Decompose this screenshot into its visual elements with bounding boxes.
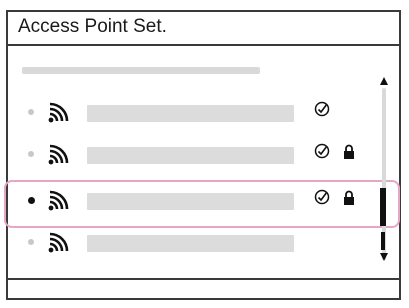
- selection-dot-icon: [28, 239, 34, 245]
- footer-divider: [8, 278, 401, 280]
- check-circle-icon: [314, 101, 330, 117]
- access-point-row[interactable]: [0, 100, 370, 128]
- wifi-signal-icon: [48, 232, 69, 253]
- access-point-set-screen: Access Point Set.: [0, 0, 409, 308]
- lock-icon: [344, 144, 354, 159]
- access-point-name-placeholder: [87, 235, 294, 252]
- scrollbar-thumb-lower: [381, 232, 385, 250]
- list-header-placeholder: [22, 67, 260, 74]
- scrollbar-thumb[interactable]: [380, 188, 386, 226]
- access-point-row[interactable]: [0, 230, 370, 258]
- wifi-signal-icon: [48, 102, 69, 123]
- title-divider: [8, 44, 401, 46]
- scroll-up-arrow-icon[interactable]: [379, 76, 389, 86]
- selection-dot-icon: [28, 151, 34, 157]
- check-circle-icon: [314, 143, 330, 159]
- access-point-row[interactable]: [0, 142, 370, 170]
- wifi-signal-icon: [48, 144, 69, 165]
- access-point-name-placeholder: [87, 105, 294, 122]
- page-title: Access Point Set.: [18, 16, 167, 37]
- scroll-down-arrow-icon[interactable]: [379, 252, 389, 262]
- selection-highlight: [4, 180, 400, 228]
- access-point-name-placeholder: [87, 147, 294, 164]
- selection-dot-icon: [28, 109, 34, 115]
